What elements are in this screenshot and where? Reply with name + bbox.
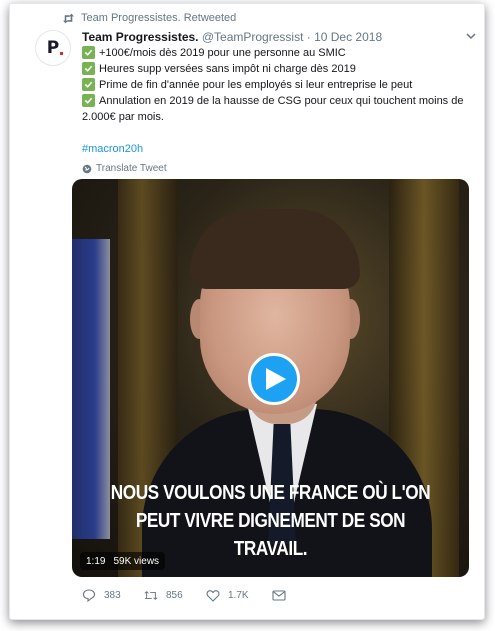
tweet-line: Annulation en 2019 de la hausse de CSG p…	[82, 93, 472, 109]
heart-icon	[206, 590, 220, 602]
tweet-line-continuation: 2.000€ par mois.	[82, 111, 164, 123]
video-player[interactable]: NOUS VOULONS UNE FRANCE OÙ L'ON PEUT VIV…	[72, 179, 469, 577]
translate-tweet-label: Translate Tweet	[96, 163, 167, 174]
retweet-icon	[63, 13, 74, 23]
like-count: 1.7K	[228, 590, 249, 601]
avatar[interactable]: P	[35, 30, 71, 66]
retweet-count: 856	[166, 590, 183, 601]
tweet-line: Prime de fin d'année pour les employés s…	[82, 77, 472, 93]
envelope-icon	[272, 590, 286, 601]
translate-tweet-link[interactable]: Translate Tweet	[82, 161, 472, 177]
direct-message-button[interactable]	[272, 589, 294, 602]
tweet-text: +100€/mois dès 2019 pour une personne au…	[82, 45, 472, 177]
tweet-line: +100€/mois dès 2019 pour une personne au…	[82, 45, 472, 61]
tweet-card[interactable]: Team Progressistes. Retweeted P Team Pro…	[9, 3, 485, 620]
retweet-context: Team Progressistes. Retweeted	[62, 12, 236, 24]
author-name[interactable]: Team Progressistes.	[82, 30, 199, 44]
video-speaker-hair	[190, 209, 360, 289]
retweet-context-text: Team Progressistes. Retweeted	[81, 12, 237, 24]
avatar-logo: P	[46, 38, 64, 58]
video-info-badge: 1:19 59K views	[80, 552, 166, 570]
reply-icon	[82, 589, 96, 602]
tweet-line: Heures supp versées sans impôt ni charge…	[82, 61, 472, 77]
like-button[interactable]: 1.7K	[206, 589, 272, 602]
tweet-line-text: Heures supp versées sans impôt ni charge…	[99, 63, 356, 75]
reply-count: 383	[104, 590, 121, 601]
tweet-header: Team Progressistes. @TeamProgressist · 1…	[82, 30, 382, 44]
video-views: 59K views	[113, 555, 160, 567]
tweet-line-text: Prime de fin d'année pour les employés s…	[99, 79, 413, 91]
video-caption-line: NOUS VOULONS UNE FRANCE OÙ L'ON	[110, 482, 431, 504]
retweet-button[interactable]: 856	[144, 589, 206, 602]
video-caption: NOUS VOULONS UNE FRANCE OÙ L'ON PEUT VIV…	[100, 479, 441, 563]
tweet-actions: 383 856 1.7K	[82, 589, 294, 602]
check-mark-icon	[82, 62, 95, 75]
video-duration: 1:19	[86, 555, 106, 567]
avatar-logo-dot	[60, 52, 64, 55]
tweet-line-text: Annulation en 2019 de la hausse de CSG p…	[99, 95, 464, 107]
chevron-down-icon[interactable]	[465, 30, 477, 42]
play-icon	[266, 368, 286, 390]
tweet-line-text: +100€/mois dès 2019 pour une personne au…	[99, 47, 346, 59]
tweet-date[interactable]: · 10 Dec 2018	[307, 30, 382, 44]
play-button[interactable]	[248, 353, 300, 405]
retweet-icon	[144, 591, 158, 600]
author-handle[interactable]: @TeamProgressist	[202, 30, 304, 44]
globe-icon	[82, 164, 92, 174]
check-mark-icon	[82, 94, 95, 107]
reply-button[interactable]: 383	[82, 589, 144, 602]
hashtag-link[interactable]: #macron20h	[82, 141, 472, 157]
check-mark-icon	[82, 46, 95, 59]
check-mark-icon	[82, 78, 95, 91]
avatar-logo-letter: P	[46, 38, 60, 58]
